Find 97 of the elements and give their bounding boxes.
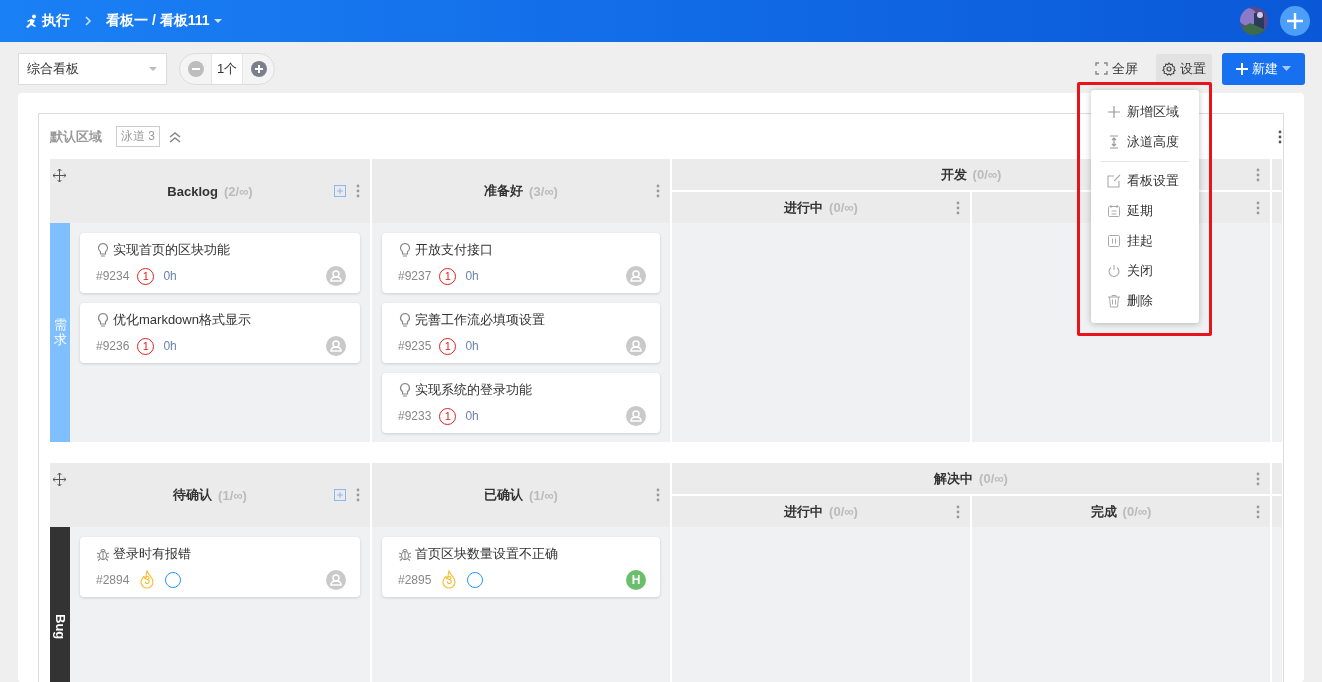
lightbulb-icon [398,312,412,328]
card-title: 实现系统的登录功能 [415,381,532,399]
menu-item[interactable]: 挂起 [1091,226,1199,256]
card-title: 实现首页的区块功能 [113,241,230,259]
task-card[interactable]: 优化markdown格式显示 #9236 1 0h [80,303,360,363]
fullscreen-button[interactable]: 全屏 [1089,53,1144,84]
card-title: 优化markdown格式显示 [113,311,251,329]
flame-icon [441,570,458,590]
card-id: #9233 [398,409,432,423]
menu-item[interactable]: 泳道高度 [1091,127,1199,157]
lightbulb-icon [96,312,110,328]
column-title: 进行中 [784,502,824,521]
column-title: 已确认 [484,486,524,504]
hours-estimate: 0h [163,339,177,353]
flame-icon [139,570,156,590]
user-avatar-icon [626,266,646,286]
menu-item[interactable]: 关闭 [1091,256,1199,286]
severity-level: 3 [144,575,150,586]
edit-icon [1107,174,1121,188]
lightbulb-icon [398,382,412,398]
settings-button[interactable]: 设置 [1156,53,1212,84]
user-avatar-icon [326,266,346,286]
task-card[interactable]: 登录时有报错 #2894 3 [80,537,360,597]
trash-icon [1107,294,1121,308]
card-id: #9237 [398,269,432,283]
menu-item[interactable]: 延期 [1091,196,1199,226]
region-title: 默认区域 [50,127,102,146]
user-avatar-icon [326,336,346,356]
calendar-icon [1107,204,1121,218]
add-card-icon[interactable] [334,489,346,501]
column-title: 完成 [1090,502,1117,521]
task-card[interactable]: 实现系统的登录功能 #9233 1 0h [382,373,660,433]
more-icon[interactable] [1278,129,1282,144]
height-icon [1107,135,1121,149]
severity-level: 3 [446,575,452,586]
column-title: 进行中 [784,198,824,217]
caret-down-icon [213,18,224,24]
fullscreen-icon [1095,62,1108,75]
card-id: #2895 [398,573,432,587]
column-title: Backlog [167,183,218,199]
column-title: 解决中 [934,469,974,488]
column-title: 待确认 [173,486,213,504]
bug-icon [398,547,412,561]
task-card[interactable]: 首页区块数量设置不正确 #2895 3 H [382,537,660,597]
minus-icon [187,60,204,77]
hours-estimate: 0h [163,269,177,283]
card-id: #9235 [398,339,432,353]
menu-item[interactable]: 看板设置 [1091,166,1199,196]
lane-label: Bug [50,527,70,682]
column-title: 开发 [940,165,967,184]
card-id: #9234 [96,269,130,283]
column-title: 准备好 [484,182,524,200]
section-title[interactable]: 执行 [42,12,70,30]
card-id: #9236 [96,339,130,353]
settings-icon [1162,61,1176,76]
hours-estimate: 0h [465,339,479,353]
menu-item[interactable]: 新增区域 [1091,97,1199,127]
dropdown-value: 综合看板 [27,59,79,78]
plus-icon [250,60,267,77]
bug-icon [96,547,110,561]
hours-estimate: 0h [465,409,479,423]
lightbulb-icon [96,242,110,258]
power-icon [1107,264,1121,278]
user-avatar-icon [626,406,646,426]
task-card[interactable]: 实现首页的区块功能 #9234 1 0h [80,233,360,293]
card-title: 完善工作流必填项设置 [415,311,545,329]
move-icon[interactable] [53,169,66,182]
view-dropdown[interactable]: 综合看板 [18,52,167,85]
task-card[interactable]: 完善工作流必填项设置 #9235 1 0h [382,303,660,363]
task-card[interactable]: 开放支付接口 #9237 1 0h [382,233,660,293]
move-icon[interactable] [53,473,66,486]
user-avatar-icon [326,570,346,590]
chevron-right-icon [82,15,94,27]
plus-icon [1107,105,1121,119]
menu-item[interactable]: 删除 [1091,286,1199,316]
pause-icon [1107,234,1121,248]
card-title: 登录时有报错 [113,545,191,563]
running-figure-icon [24,14,38,28]
stepper-value: 1个 [211,53,243,84]
add-button[interactable] [1280,6,1310,36]
assignee-avatar: H [626,570,646,590]
card-title: 开放支付接口 [415,241,493,259]
lane-count-tag: 泳道 3 [116,126,160,147]
plus-icon [1236,62,1248,75]
card-id: #2894 [96,573,130,587]
collapse-icon[interactable] [168,130,182,143]
caret-down-icon [1282,66,1291,71]
new-button[interactable]: 新建 [1222,52,1305,85]
plus-icon [1286,12,1304,30]
breadcrumb-link[interactable]: 看板一 / 看板111 [106,12,210,30]
lane-label: 需求 [50,223,70,442]
card-title: 首页区块数量设置不正确 [415,545,558,563]
caret-down-icon [148,65,158,72]
add-card-icon[interactable] [334,185,346,197]
hours-estimate: 0h [465,269,479,283]
user-avatar-icon [626,336,646,356]
lightbulb-icon [398,242,412,258]
